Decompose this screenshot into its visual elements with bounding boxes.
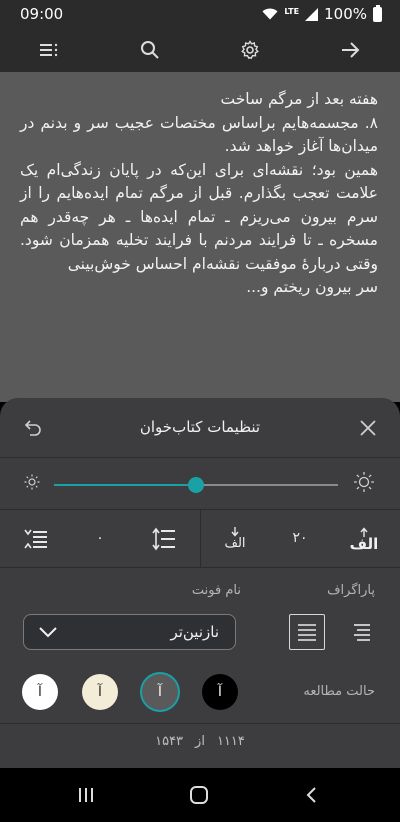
line-spacing-decrease-icon (24, 529, 47, 549)
battery-percent: 100% (324, 5, 367, 23)
font-size-small-label: الف (224, 536, 246, 551)
theme-glyph: آ (98, 684, 102, 700)
recents-icon (79, 788, 93, 802)
font-select[interactable]: نازنین‌تر (23, 614, 236, 650)
theme-glyph: آ (158, 684, 162, 700)
paragraph-label: پاراگراف (327, 583, 375, 598)
font-select-value: نازنین‌تر (170, 623, 219, 641)
line-spacing-increase-button[interactable] (146, 522, 182, 556)
chevron-down-icon (39, 627, 57, 638)
status-time: 09:00 (20, 5, 64, 23)
divider (200, 510, 201, 568)
text-line: هفته بعد از مرگم ساخت (220, 90, 379, 108)
theme-sepia-button[interactable]: آ (82, 674, 118, 710)
align-justify-button[interactable] (289, 614, 325, 650)
book-content[interactable]: هفته بعد از مرگم ساخت ۸. مجسمه‌هایم براس… (0, 72, 400, 402)
theme-glyph: آ (38, 684, 42, 700)
text-line: همین بود؛ نقشه‌ای برای این‌که در پایان ز… (20, 160, 378, 273)
brightness-row (0, 458, 400, 510)
arrow-right-icon (342, 42, 360, 58)
book-text: هفته بعد از مرگم ساخت ۸. مجسمه‌هایم براس… (0, 72, 400, 300)
brightness-slider-thumb[interactable] (188, 477, 204, 493)
text-line: ۸. مجسمه‌هایم براساس مختصات عجیب سر و بد… (20, 113, 378, 156)
align-right-icon (354, 624, 370, 641)
theme-black-button[interactable]: آ (202, 674, 238, 710)
sheet-title: تنظیمات کتاب‌خوان (139, 418, 261, 436)
status-icons: LTE 100% (262, 4, 382, 23)
recents-button[interactable] (71, 780, 101, 810)
home-button[interactable] (184, 780, 214, 810)
reading-mode-label: حالت مطالعه (303, 684, 375, 699)
text-line: سر بیرون ریختم و... (246, 278, 378, 296)
page-indicator: ۱۱۱۴ از ۱۵۴۳ (0, 734, 400, 749)
font-size-increase-button[interactable]: الف (346, 522, 382, 556)
theme-gray-button[interactable]: آ (142, 674, 178, 710)
network-type: LTE (284, 6, 300, 16)
sheet-header: تنظیمات کتاب‌خوان (0, 398, 400, 458)
brightness-slider-fill (54, 484, 196, 486)
chevron-left-icon (306, 787, 316, 803)
font-size-large-label: الف (349, 535, 379, 553)
line-spacing-value: ۰ (96, 530, 104, 546)
size-spacing-row: ۰ الف ۲۰ الف (0, 510, 400, 568)
brightness-slider[interactable] (54, 477, 338, 493)
search-icon (141, 41, 159, 59)
brightness-high-icon (354, 472, 374, 492)
system-nav-bar (0, 768, 400, 822)
settings-button[interactable] (235, 35, 265, 65)
page-of: از (195, 734, 205, 749)
signal-icon (305, 7, 319, 21)
battery-icon (373, 4, 382, 22)
status-bar: 09:00 LTE 100% (0, 0, 400, 28)
align-right-button[interactable] (343, 614, 379, 650)
reader-toolbar (0, 28, 400, 72)
reading-mode-row: آ آ آ آ حالت مطالعه (0, 660, 400, 724)
close-icon (360, 420, 376, 436)
toc-button[interactable] (34, 35, 64, 65)
font-name-label: نام فونت (191, 583, 241, 598)
font-size-value: ۲۰ (292, 530, 308, 546)
reader-settings-sheet: تنظیمات کتاب‌خوان ۰ (0, 398, 400, 768)
theme-white-button[interactable]: آ (22, 674, 58, 710)
page-current: ۱۱۱۴ (216, 734, 245, 749)
gear-icon (241, 40, 259, 60)
wifi-icon (262, 8, 278, 20)
font-size-decrease-button[interactable]: الف (217, 522, 253, 556)
back-button[interactable] (335, 35, 365, 65)
close-button[interactable] (354, 414, 382, 442)
theme-glyph: آ (218, 684, 222, 700)
align-justify-icon (298, 624, 316, 641)
list-icon (40, 43, 58, 57)
nav-back-button[interactable] (296, 780, 326, 810)
line-spacing-increase-icon (152, 527, 175, 551)
line-spacing-decrease-button[interactable] (18, 522, 54, 556)
brightness-low-icon (24, 474, 40, 490)
page-total: ۱۵۴۳ (155, 734, 184, 749)
search-button[interactable] (135, 35, 165, 65)
home-icon (190, 786, 208, 804)
